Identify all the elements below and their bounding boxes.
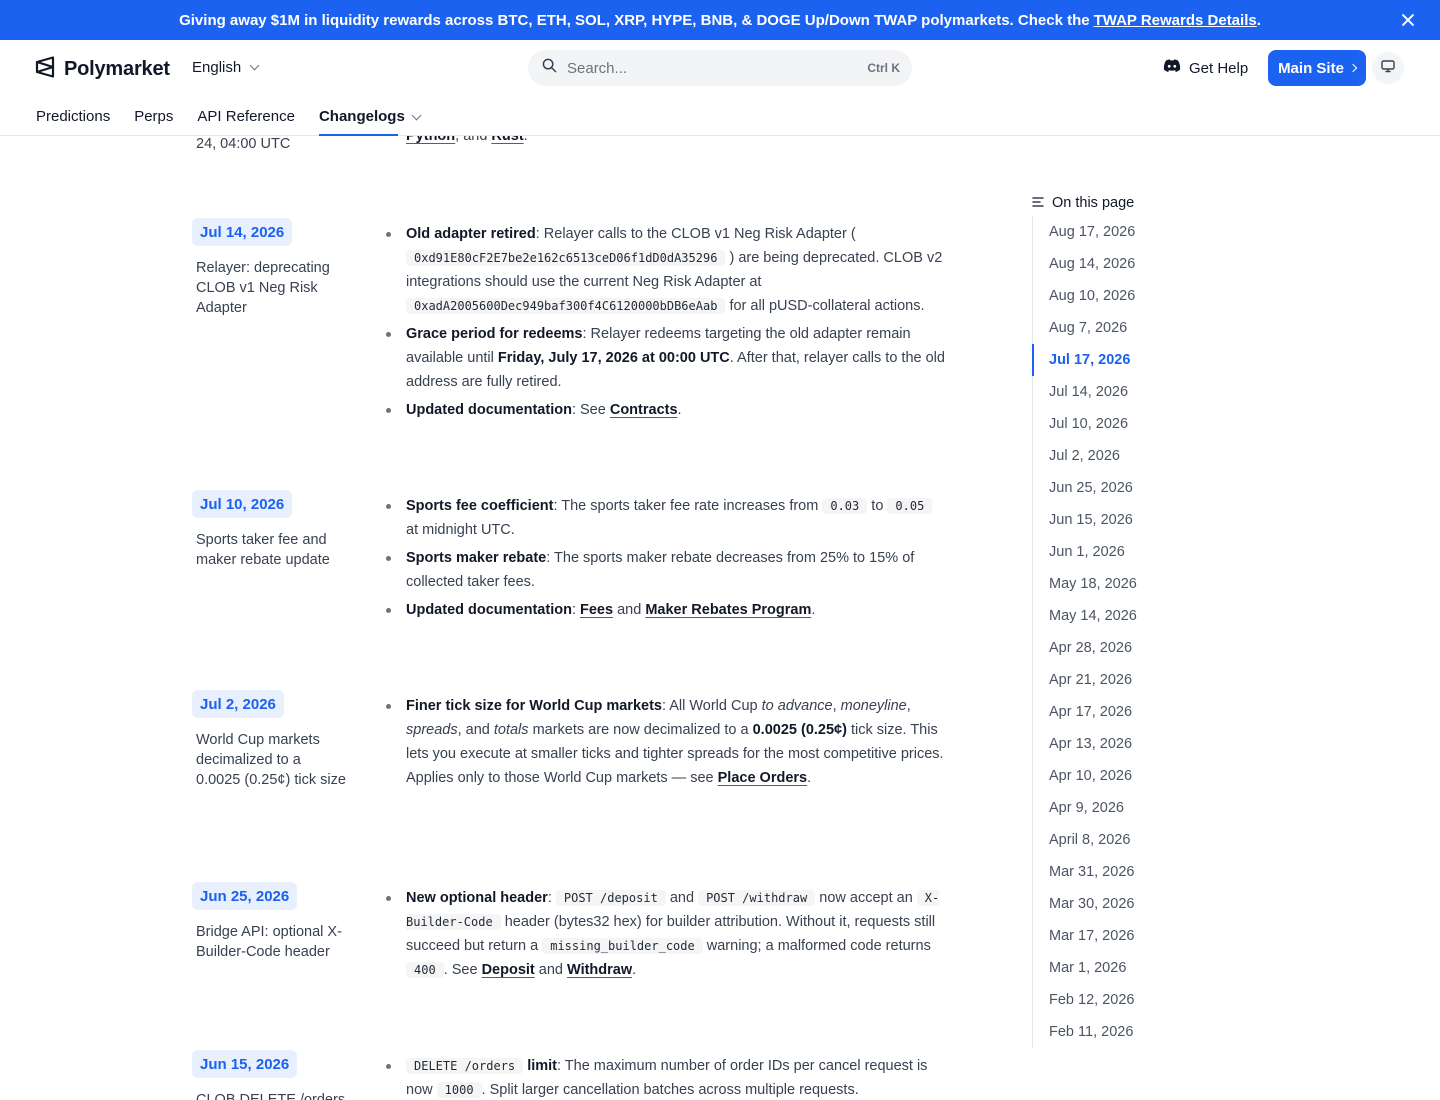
list-item: New optional header: POST /deposit and P…: [386, 886, 946, 982]
chevron-down-icon: [411, 110, 422, 121]
toc-item[interactable]: Jul 17, 2026: [1032, 344, 1192, 376]
contracts-link[interactable]: Contracts: [610, 402, 678, 418]
toc-item[interactable]: Aug 14, 2026: [1033, 248, 1192, 280]
table-of-contents: Aug 17, 2026 Aug 14, 2026 Aug 10, 2026 Aug …: [1032, 216, 1192, 1048]
entry-bullets: Finer tick size for World Cup markets: A…: [386, 694, 946, 794]
entry-bullets: Old adapter retired: Relayer calls to th…: [386, 222, 946, 426]
chevron-right-icon: [1348, 63, 1358, 73]
theme-toggle[interactable]: [1372, 52, 1404, 84]
site-header: Polymarket English Search... Ctrl K Get …: [0, 40, 1440, 136]
list-item: Updated documentation: Fees and Maker Re…: [386, 598, 946, 622]
list-item: Old adapter retired: Relayer calls to th…: [386, 222, 946, 318]
deposit-link[interactable]: Deposit: [482, 962, 535, 978]
date-badge[interactable]: Jun 25, 2026: [192, 882, 298, 910]
entry-title: Sports taker fee and maker rebate update: [196, 532, 330, 568]
list-item: Updated documentation: See Contracts.: [386, 398, 946, 422]
close-icon[interactable]: [1398, 10, 1418, 30]
list-item: Finer tick size for World Cup markets: A…: [386, 694, 946, 790]
toc-item[interactable]: Jul 10, 2026: [1033, 408, 1192, 440]
date-badge[interactable]: Jul 14, 2026: [192, 218, 293, 246]
main-site-button[interactable]: Main Site: [1268, 50, 1366, 86]
toc-item[interactable]: Apr 9, 2026: [1033, 792, 1192, 824]
discord-icon: [1163, 59, 1181, 77]
maker-rebates-link[interactable]: Maker Rebates Program: [645, 602, 811, 618]
toc-item[interactable]: Apr 28, 2026: [1033, 632, 1192, 664]
primary-tabs: Predictions Perps API Reference Changelo…: [36, 108, 444, 136]
toc-item[interactable]: May 14, 2026: [1033, 600, 1192, 632]
twap-rewards-link[interactable]: TWAP Rewards Details: [1094, 12, 1257, 29]
list-item: Grace period for redeems: Relayer redeem…: [386, 322, 946, 394]
toc-item[interactable]: Mar 17, 2026: [1033, 920, 1192, 952]
list-item: Sports fee coefficient: The sports taker…: [386, 494, 946, 542]
monitor-icon: [1381, 59, 1395, 78]
list-item: Sports maker rebate: The sports maker re…: [386, 546, 946, 594]
logo[interactable]: Polymarket: [35, 56, 170, 83]
date-badge[interactable]: Jul 2, 2026: [192, 690, 284, 718]
toc-item[interactable]: Apr 21, 2026: [1033, 664, 1192, 696]
list-icon: [1032, 195, 1044, 211]
toc-heading: On this page: [1032, 195, 1134, 211]
announcement-banner: Giving away $1M in liquidity rewards acr…: [0, 0, 1440, 40]
new-adapter-address: 0xadA2005600Dec949baf300f4C6120000bDB6eA…: [406, 298, 726, 314]
toc-item[interactable]: Jun 25, 2026: [1033, 472, 1192, 504]
tab-changelogs[interactable]: Changelogs: [318, 108, 422, 136]
toc-item[interactable]: Feb 11, 2026: [1033, 1016, 1192, 1048]
banner-text: Giving away $1M in liquidity rewards acr…: [179, 11, 1090, 29]
tab-perps[interactable]: Perps: [134, 108, 173, 136]
date-badge[interactable]: Jun 15, 2026: [192, 1050, 298, 1078]
place-orders-link[interactable]: Place Orders: [718, 770, 807, 786]
toc-item[interactable]: Apr 13, 2026: [1033, 728, 1192, 760]
entry-bullets: Sports fee coefficient: The sports taker…: [386, 494, 946, 626]
list-item: DELETE /orders limit: The maximum number…: [386, 1054, 946, 1100]
language-selector[interactable]: English: [192, 59, 260, 76]
toc-item[interactable]: Mar 1, 2026: [1033, 952, 1192, 984]
search-input[interactable]: Search... Ctrl K: [528, 50, 912, 86]
date-badge[interactable]: Jul 10, 2026: [192, 490, 293, 518]
toc-item[interactable]: Jun 1, 2026: [1033, 536, 1192, 568]
entry-title: CLOB DELETE /orders: [196, 1092, 346, 1100]
entry-title: Relayer: deprecating CLOB v1 Neg Risk Ad…: [196, 260, 330, 316]
get-help-button[interactable]: Get Help: [1163, 59, 1248, 77]
withdraw-link[interactable]: Withdraw: [567, 962, 632, 978]
toc-item[interactable]: Jul 14, 2026: [1033, 376, 1192, 408]
old-adapter-address: 0xd91E80cF2E7be2e162c6513ceD06f1dD0dA352…: [406, 250, 726, 266]
tab-api-reference[interactable]: API Reference: [197, 108, 295, 136]
entry-bullets: New optional header: POST /deposit and P…: [386, 886, 946, 986]
toc-item[interactable]: Jul 2, 2026: [1033, 440, 1192, 472]
changelog-content: 24, 04:00 UTC Python, and Rust. Jul 14, …: [0, 0, 1440, 1100]
toc-item[interactable]: Aug 17, 2026: [1033, 216, 1192, 248]
polymarket-logo-icon: [35, 56, 55, 83]
entry-title: World Cup markets decimalized to a 0.002…: [196, 732, 346, 788]
toc-item[interactable]: Mar 31, 2026: [1033, 856, 1192, 888]
tab-predictions[interactable]: Predictions: [36, 108, 110, 136]
search-shortcut: Ctrl K: [867, 61, 900, 75]
fees-link[interactable]: Fees: [580, 602, 613, 618]
toc-item[interactable]: May 18, 2026: [1033, 568, 1192, 600]
previous-entry-date-fragment: 24, 04:00 UTC: [196, 136, 291, 152]
search-icon: [542, 58, 557, 78]
toc-item[interactable]: April 8, 2026: [1033, 824, 1192, 856]
chevron-down-icon: [249, 60, 260, 71]
toc-item[interactable]: Jun 15, 2026: [1033, 504, 1192, 536]
toc-item[interactable]: Apr 17, 2026: [1033, 696, 1192, 728]
entry-title: Bridge API: optional X-Builder-Code head…: [196, 924, 342, 960]
toc-item[interactable]: Aug 7, 2026: [1033, 312, 1192, 344]
toc-item[interactable]: Feb 12, 2026: [1033, 984, 1192, 1016]
toc-item[interactable]: Apr 10, 2026: [1033, 760, 1192, 792]
toc-item[interactable]: Aug 10, 2026: [1033, 280, 1192, 312]
toc-item[interactable]: Mar 30, 2026: [1033, 888, 1192, 920]
entry-bullets: DELETE /orders limit: The maximum number…: [386, 1054, 946, 1100]
